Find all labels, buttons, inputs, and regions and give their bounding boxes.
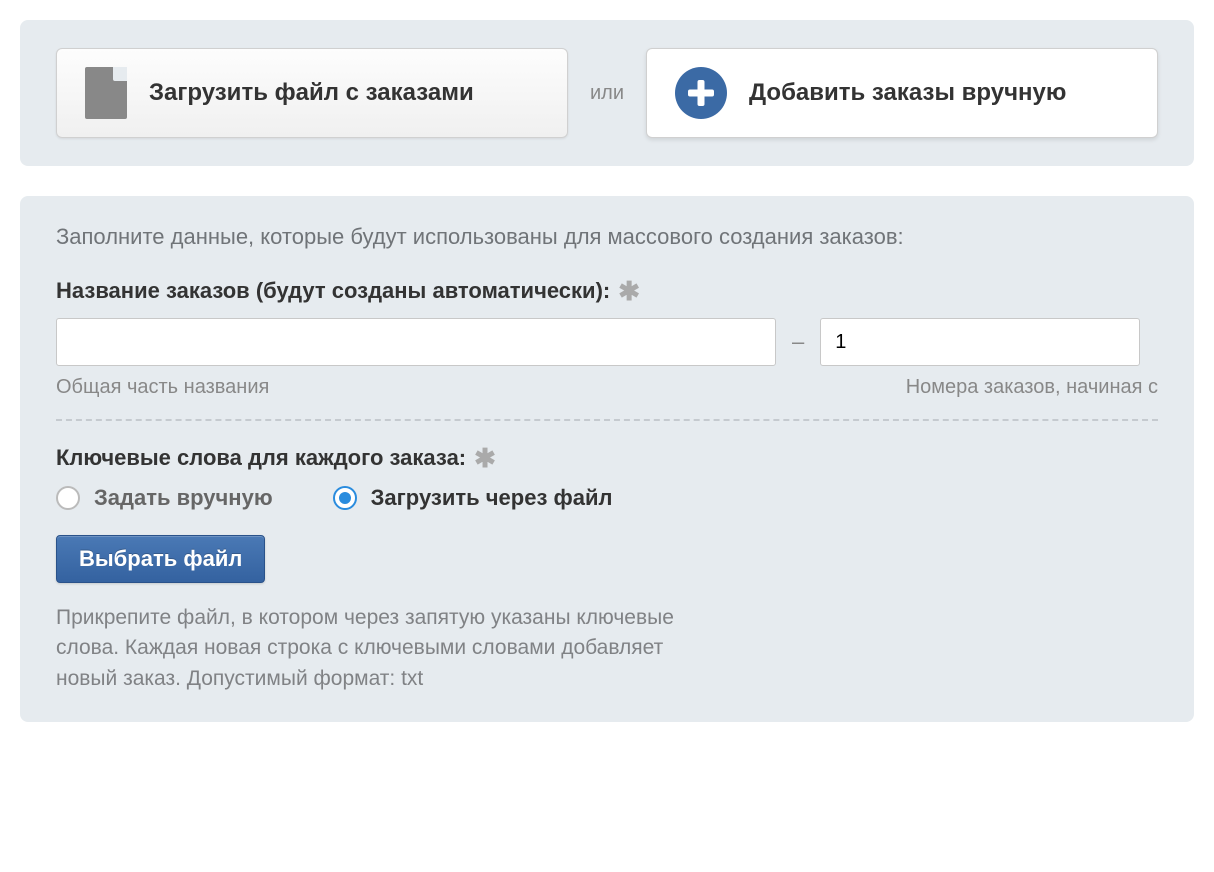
- upload-file-label: Загрузить файл с заказами: [149, 79, 474, 107]
- section-divider: [56, 419, 1158, 421]
- instruction-text: Заполните данные, которые будут использо…: [56, 224, 1158, 250]
- required-asterisk: ✱: [474, 452, 496, 465]
- file-help-text: Прикрепите файл, в котором через запятую…: [56, 603, 696, 694]
- required-asterisk: ✱: [618, 285, 640, 298]
- common-name-input[interactable]: [56, 318, 776, 366]
- radio-manual-label: Задать вручную: [94, 485, 273, 511]
- upload-method-panel: Загрузить файл с заказами или Добавить з…: [20, 20, 1194, 166]
- hints-row: Общая часть названия Номера заказов, нач…: [56, 376, 1158, 399]
- add-manual-tab[interactable]: Добавить заказы вручную: [646, 48, 1158, 138]
- radio-file-label: Загрузить через файл: [371, 485, 613, 511]
- add-manual-label: Добавить заказы вручную: [749, 79, 1066, 107]
- radio-file-circle: [333, 486, 357, 510]
- keywords-label: Ключевые слова для каждого заказа: ✱: [56, 445, 1158, 471]
- radio-manual-circle: [56, 486, 80, 510]
- choose-file-button[interactable]: Выбрать файл: [56, 535, 265, 583]
- radio-manual[interactable]: Задать вручную: [56, 485, 273, 511]
- start-number-hint: Номера заказов, начиная с: [886, 376, 1158, 399]
- upload-file-tab[interactable]: Загрузить файл с заказами: [56, 48, 568, 138]
- order-name-label: Название заказов (будут созданы автомати…: [56, 278, 1158, 304]
- dash-separator: –: [788, 329, 808, 355]
- file-icon: [85, 67, 127, 119]
- start-number-input[interactable]: [820, 318, 1140, 366]
- radio-file[interactable]: Загрузить через файл: [333, 485, 613, 511]
- form-panel: Заполните данные, которые будут использо…: [20, 196, 1194, 722]
- or-separator: или: [590, 82, 624, 105]
- common-name-hint: Общая часть названия: [56, 376, 796, 399]
- keywords-method-radios: Задать вручную Загрузить через файл: [56, 485, 1158, 511]
- plus-icon: [675, 67, 727, 119]
- order-name-row: –: [56, 318, 1158, 366]
